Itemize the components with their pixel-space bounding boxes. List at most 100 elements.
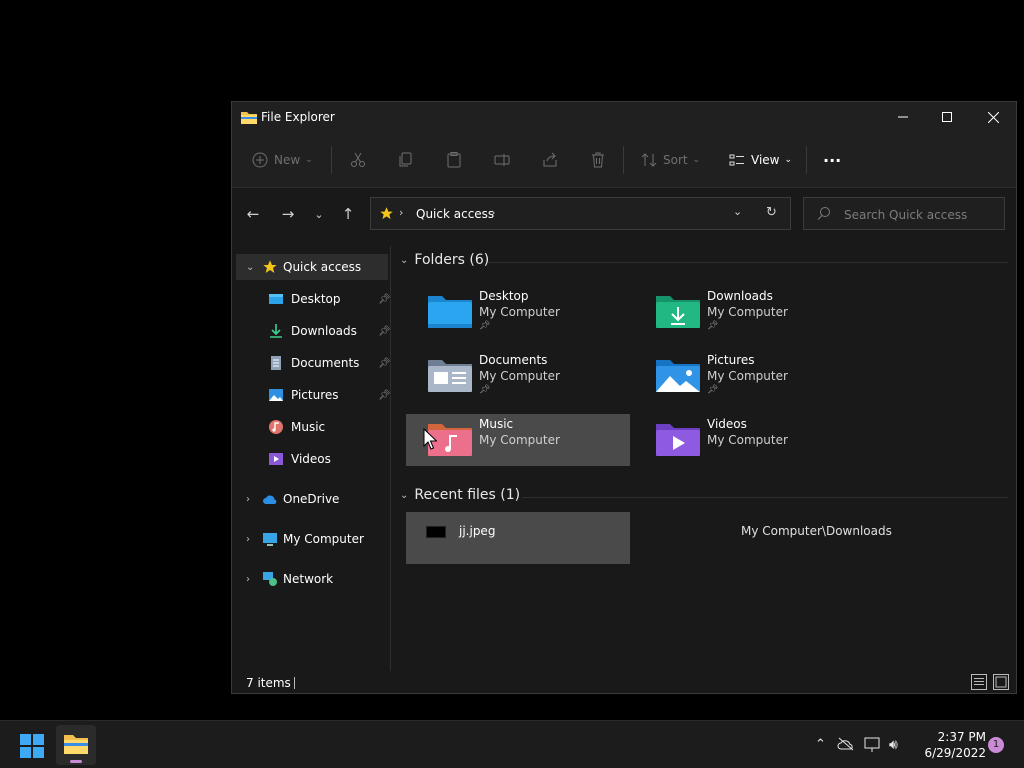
search-box[interactable]: Search Quick access — [803, 197, 1005, 230]
cloud-offline-icon[interactable] — [837, 737, 855, 751]
music-icon — [269, 420, 283, 434]
sidebar-item-documents[interactable]: Documents 📌︎ — [236, 350, 391, 376]
refresh-icon[interactable]: ↻ — [766, 205, 777, 220]
chevron-right-icon[interactable]: › — [246, 574, 250, 585]
close-button[interactable] — [970, 102, 1016, 132]
plus-circle-icon — [252, 152, 268, 168]
breadcrumb-quick-access[interactable]: Quick access — [416, 207, 494, 221]
network-status-icon[interactable] — [864, 737, 882, 753]
folder-tile-downloads[interactable]: Downloads My Computer 📌︎ — [634, 286, 858, 338]
document-icon — [271, 356, 281, 370]
folder-icon — [241, 112, 257, 124]
sidebar-item-label: Documents — [291, 356, 360, 370]
sidebar-item-quick-access[interactable]: ⌄ Quick access — [236, 254, 388, 280]
address-dropdown-icon[interactable]: ⌄ — [733, 205, 742, 218]
chevron-down-icon: ⌄ — [400, 254, 409, 266]
sidebar-item-videos[interactable]: Videos — [236, 446, 388, 472]
new-button[interactable]: New ⌄ — [252, 150, 313, 170]
clock-date: 6/29/2022 — [924, 746, 986, 760]
details-view-button[interactable] — [971, 674, 987, 690]
sidebar-item-downloads[interactable]: Downloads 📌︎ — [236, 318, 391, 344]
file-explorer-window: File Explorer New ⌄ Sort ⌄ View ⌄ ··· ← … — [231, 101, 1017, 694]
share-icon — [543, 152, 557, 167]
show-hidden-icons-button[interactable]: ⌃ — [815, 737, 826, 752]
volume-icon[interactable]: 🔊︎ — [889, 737, 898, 753]
sidebar-item-label: Music — [291, 420, 326, 434]
cut-button[interactable] — [350, 150, 366, 170]
chevron-down-icon[interactable]: ⌄ — [246, 262, 254, 273]
chevron-down-icon: ⌄ — [784, 155, 793, 165]
maximize-button[interactable] — [924, 102, 970, 132]
folder-name: Documents — [479, 353, 548, 367]
scissors-icon — [351, 152, 365, 167]
arrow-up-icon: ↑ — [341, 205, 355, 223]
folder-name: Music — [479, 417, 514, 431]
view-list-icon — [729, 154, 744, 166]
paste-button[interactable] — [446, 150, 462, 170]
more-options-button[interactable]: ··· — [823, 150, 841, 170]
pin-icon: 📌︎ — [707, 385, 719, 395]
sidebar-divider — [390, 246, 391, 671]
window-title: File Explorer — [261, 110, 335, 124]
chevron-right-icon[interactable]: › — [246, 534, 250, 545]
windows-logo-icon — [20, 734, 31, 745]
file-thumbnail — [426, 526, 446, 538]
status-bar: 7 items — [232, 672, 1016, 694]
recent-locations-button[interactable]: ⌄ — [308, 204, 330, 224]
details-view-icon — [974, 678, 984, 685]
sidebar-item-my-computer[interactable]: › My Computer — [236, 526, 388, 552]
copy-button[interactable] — [398, 150, 414, 170]
notification-badge[interactable]: 1 — [988, 737, 1004, 753]
close-icon — [987, 111, 999, 123]
address-bar[interactable]: › Quick access › ⌄ ↻ — [370, 197, 791, 230]
folder-location: My Computer — [479, 433, 560, 447]
folders-group-header[interactable]: ⌄ Folders (6) — [400, 252, 489, 268]
ellipsis-icon: ··· — [823, 150, 842, 170]
recent-file-location: My Computer\Downloads — [741, 524, 892, 538]
sidebar-item-desktop[interactable]: Desktop 📌︎ — [236, 286, 391, 312]
video-icon — [269, 453, 283, 465]
new-label: New — [274, 153, 301, 167]
pin-icon: 📌︎ — [479, 385, 491, 395]
chevron-down-icon: ⌄ — [692, 155, 701, 165]
sort-button[interactable]: Sort ⌄ — [641, 150, 700, 170]
downloads-folder-icon — [656, 296, 700, 328]
search-input[interactable]: Search Quick access — [844, 208, 967, 222]
system-clock[interactable]: 2:37 PM 6/29/2022 — [916, 729, 986, 761]
maximize-icon — [942, 112, 952, 122]
recent-files-group-header[interactable]: ⌄ Recent files (1) — [400, 487, 520, 503]
taskbar-file-explorer[interactable] — [56, 725, 96, 765]
up-button[interactable]: ↑ — [337, 204, 359, 224]
taskbar: ⌃ 🔊︎ 2:37 PM 6/29/2022 1 — [0, 720, 1024, 768]
recent-file-name: jj.jpeg — [459, 524, 496, 538]
folder-location: My Computer — [707, 369, 788, 383]
arrow-right-icon: → — [281, 205, 295, 223]
folder-tile-documents[interactable]: Documents My Computer 📌︎ — [406, 350, 630, 402]
start-button[interactable] — [20, 734, 44, 758]
large-icons-view-button[interactable] — [993, 674, 1009, 690]
folder-tile-videos[interactable]: Videos My Computer — [634, 414, 858, 466]
star-icon — [263, 260, 277, 273]
sidebar-item-onedrive[interactable]: › OneDrive — [236, 486, 388, 512]
list-item-recent-file[interactable]: jj.jpeg My Computer\Downloads — [422, 522, 982, 542]
share-button[interactable] — [542, 150, 558, 170]
folder-tile-music[interactable]: Music My Computer — [406, 414, 630, 466]
sidebar-item-network[interactable]: › Network — [236, 566, 388, 592]
pin-icon: 📌︎ — [479, 321, 491, 331]
folder-location: My Computer — [479, 305, 560, 319]
minimize-button[interactable] — [880, 102, 926, 132]
rename-button[interactable] — [494, 150, 510, 170]
sidebar-item-music[interactable]: Music — [236, 414, 388, 440]
sidebar-item-pictures[interactable]: Pictures 📌︎ — [236, 382, 391, 408]
back-button[interactable]: ← — [242, 204, 264, 224]
pin-icon: 📌︎ — [378, 357, 391, 369]
breadcrumb-separator[interactable]: › — [491, 206, 495, 219]
sidebar-item-label: Downloads — [291, 324, 357, 338]
folder-tile-pictures[interactable]: Pictures My Computer 📌︎ — [634, 350, 858, 402]
forward-button[interactable]: → — [277, 204, 299, 224]
folder-tile-desktop[interactable]: Desktop My Computer 📌︎ — [406, 286, 630, 338]
delete-button[interactable] — [590, 150, 606, 170]
computer-icon — [263, 533, 277, 546]
chevron-right-icon[interactable]: › — [246, 494, 250, 505]
view-button[interactable]: View ⌄ — [729, 150, 792, 170]
